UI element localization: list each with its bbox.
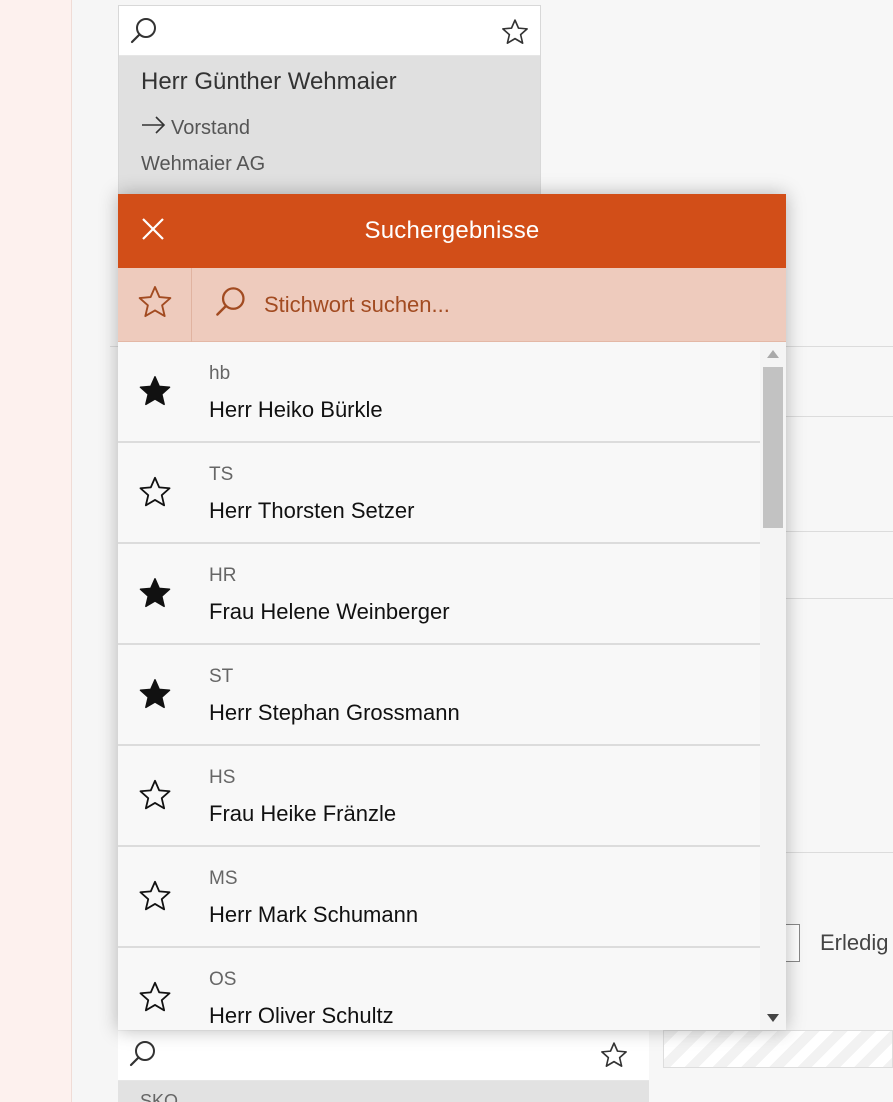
result-row[interactable]: HR Frau Helene Weinberger [118, 544, 760, 645]
result-name: Frau Heike Fränzle [209, 801, 396, 827]
left-sidebar-strip [0, 0, 72, 1102]
salutation: Herr [209, 700, 252, 725]
salutation: Frau [209, 599, 255, 624]
result-name: Herr Stephan Grossmann [209, 700, 460, 726]
role-label: Vorstand [171, 116, 250, 139]
result-name: Herr Heiko Bürkle [209, 397, 383, 423]
card-label: SKO [140, 1091, 179, 1102]
star-filled-icon[interactable] [137, 676, 173, 712]
company-label: Wehmaier AG [141, 153, 266, 175]
full-name: Heike Fränzle [260, 801, 397, 826]
result-abbreviation: ST [209, 666, 234, 687]
search-icon[interactable] [128, 1039, 158, 1074]
filter-bar [118, 267, 786, 342]
card-toolbar [118, 1031, 649, 1081]
dialog-title: Suchergebnisse [364, 217, 540, 244]
contact-card-secondary: SKO [118, 1031, 649, 1102]
search-field [192, 285, 786, 324]
full-name: Helene Weinberger [260, 599, 450, 624]
result-abbreviation: OS [209, 969, 237, 990]
card-toolbar [119, 6, 540, 56]
search-icon [214, 285, 248, 324]
divider [786, 531, 893, 532]
result-name: Herr Thorsten Setzer [209, 498, 414, 524]
result-row[interactable]: MS Herr Mark Schumann [118, 847, 760, 948]
star-outline-icon[interactable] [137, 474, 173, 510]
star-filled-icon[interactable] [137, 373, 173, 409]
arrow-right-icon [141, 115, 167, 141]
triangle-down-icon [767, 1009, 779, 1027]
disabled-field [663, 1030, 893, 1068]
status-label: Erledig [820, 930, 889, 955]
close-icon [140, 216, 166, 247]
star-outline-icon[interactable] [599, 1040, 629, 1075]
scrollbar[interactable] [760, 342, 786, 1030]
dialog-header: Suchergebnisse [118, 194, 786, 268]
full-name: Günther Wehmaier [194, 68, 397, 95]
search-input[interactable] [264, 291, 744, 318]
result-name: Herr Mark Schumann [209, 902, 418, 928]
result-name: Frau Helene Weinberger [209, 599, 450, 625]
contact-role: Vorstand [141, 106, 540, 150]
triangle-up-icon [767, 345, 779, 363]
result-abbreviation: HS [209, 767, 236, 788]
star-filled-icon[interactable] [137, 575, 173, 611]
full-name: Mark Schumann [257, 902, 419, 927]
full-name: Thorsten Setzer [257, 498, 415, 523]
result-row[interactable]: hb Herr Heiko Bürkle [118, 342, 760, 443]
salutation: Herr [209, 1003, 252, 1028]
divider [786, 852, 893, 853]
scroll-thumb[interactable] [763, 367, 783, 528]
scroll-up-button[interactable] [760, 342, 786, 366]
salutation: Herr [141, 68, 188, 95]
star-outline-icon[interactable] [137, 878, 173, 914]
salutation: Herr [209, 902, 252, 927]
salutation: Herr [209, 397, 252, 422]
star-outline-icon[interactable] [500, 17, 530, 52]
divider [786, 416, 893, 417]
divider [786, 598, 893, 599]
star-outline-icon [136, 283, 174, 326]
result-row[interactable]: ST Herr Stephan Grossmann [118, 645, 760, 746]
contact-card: Herr Günther Wehmaier Vorstand Wehmaier … [118, 5, 541, 195]
star-outline-icon[interactable] [137, 777, 173, 813]
search-icon[interactable] [129, 16, 159, 51]
result-name: Herr Oliver Schultz [209, 1003, 394, 1029]
result-abbreviation: hb [209, 363, 231, 384]
full-name: Oliver Schultz [257, 1003, 394, 1028]
results-list: hb Herr Heiko Bürkle TS Herr Thorsten Setze… [118, 342, 760, 1030]
result-abbreviation: MS [209, 868, 238, 889]
full-name: Stephan Grossmann [257, 700, 460, 725]
result-abbreviation: HR [209, 565, 237, 586]
search-results-dialog: Suchergebnisse hb Herr Heiko Bürkle TS Herr… [118, 194, 786, 1030]
result-abbreviation: TS [209, 464, 234, 485]
star-outline-icon[interactable] [137, 979, 173, 1015]
result-row[interactable]: TS Herr Thorsten Setzer [118, 443, 760, 544]
close-button[interactable] [136, 214, 170, 248]
result-row[interactable]: OS Herr Oliver Schultz [118, 948, 760, 1030]
result-row[interactable]: HS Frau Heike Fränzle [118, 746, 760, 847]
salutation: Frau [209, 801, 255, 826]
salutation: Herr [209, 498, 252, 523]
scroll-down-button[interactable] [760, 1006, 786, 1030]
favorites-filter-button[interactable] [118, 267, 192, 342]
full-name: Heiko Bürkle [257, 397, 383, 422]
